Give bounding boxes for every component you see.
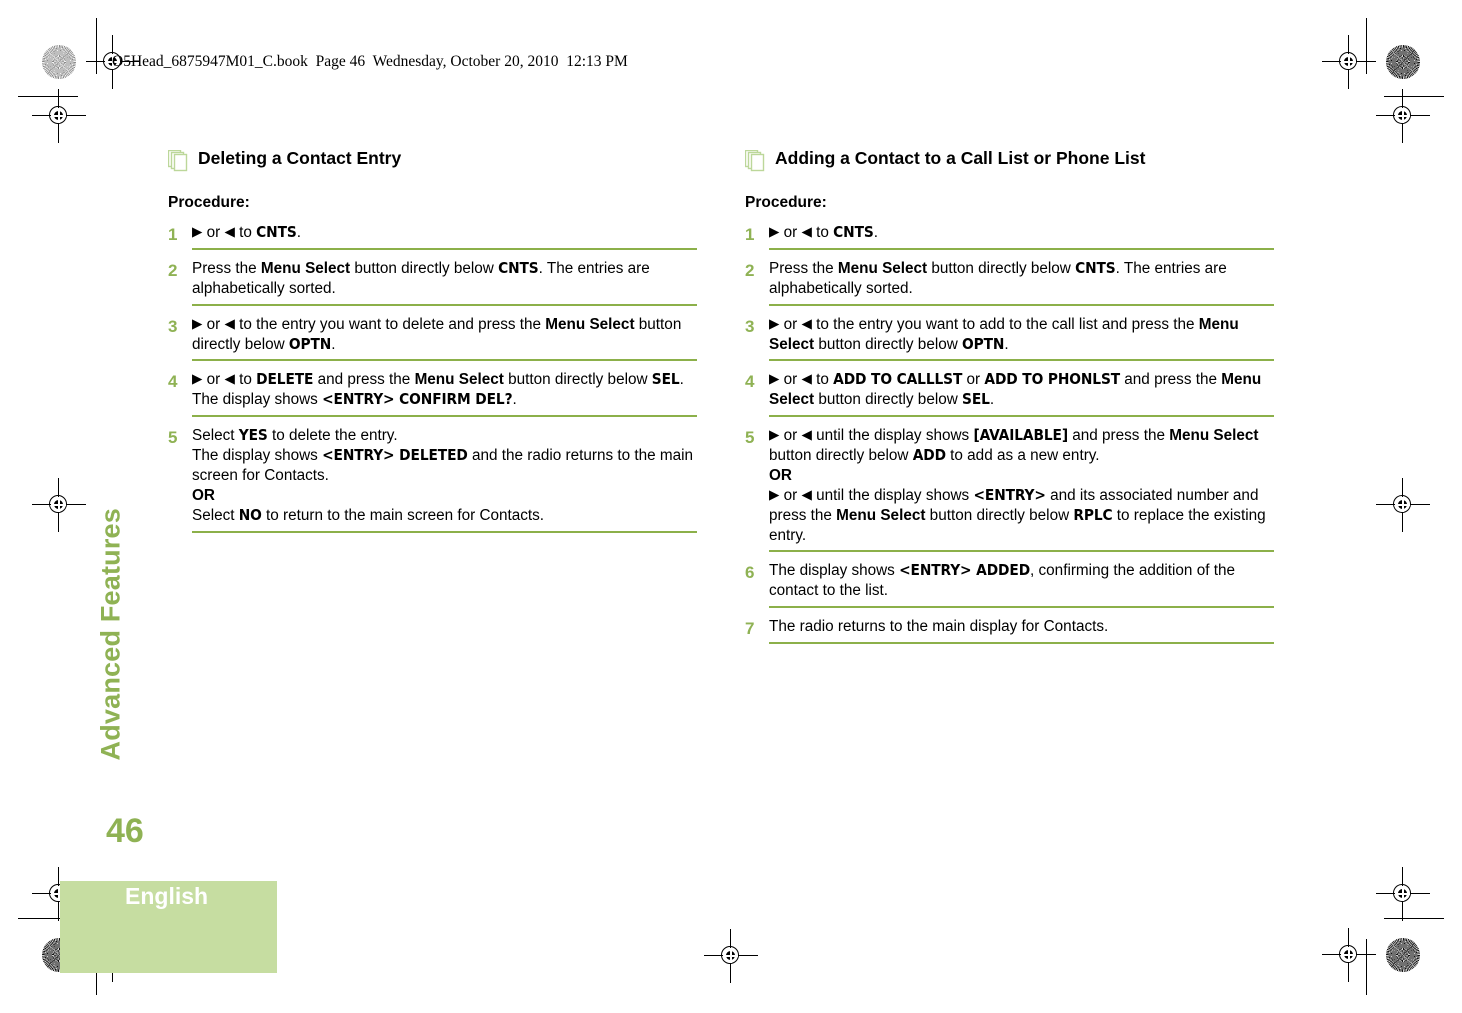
step-text: Press the Menu Select button directly be… [769,259,1274,306]
step-number: 1 [745,225,755,244]
registration-target [1376,478,1430,532]
stacked-pages-icon [744,149,766,177]
registration-target [1376,867,1430,921]
running-header: O5Head_6875947M01_C.book Page 46 Wednesd… [112,53,628,70]
language-label: English [125,883,209,909]
step-item: 3 ▶ or ◀ to the entry you want to add to… [745,315,1274,371]
crop-line [1366,18,1367,74]
step-text: The radio returns to the main display fo… [769,617,1274,644]
stacked-pages-icon [167,149,189,177]
step-item: 1 ▶ or ◀ to CNTS. [168,223,697,259]
registration-target [1322,928,1376,982]
registration-rosette [42,45,76,79]
step-item: 4 ▶ or ◀ to ADD TO CALLLST or ADD TO PHO… [745,370,1274,426]
crop-line [18,96,78,97]
left-column: Deleting a Contact Entry Procedure: 1 ▶ … [167,148,697,542]
registration-target [704,929,758,983]
step-text: ▶ or ◀ to CNTS. [192,223,697,250]
step-text: The display shows <ENTRY> ADDED, confirm… [769,561,1274,609]
right-column: Adding a Contact to a Call List or Phone… [744,148,1274,653]
step-number: 5 [745,428,755,448]
step-item: 2 Press the Menu Select button directly … [745,259,1274,315]
step-text: ▶ or ◀ to the entry you want to delete a… [192,315,697,362]
registration-target [1376,89,1430,143]
step-number: 7 [745,619,755,639]
section-heading-text: Deleting a Contact Entry [198,148,402,168]
step-number: 3 [168,316,178,336]
step-item: 2 Press the Menu Select button directly … [168,259,697,315]
step-item: 7 The radio returns to the main display … [745,617,1274,653]
registration-target [32,89,86,143]
procedure-label: Procedure: [745,194,827,211]
crop-line [1384,96,1444,97]
step-item: 4 ▶ or ◀ to DELETE and press the Menu Se… [168,370,697,426]
step-text: ▶ or ◀ to ADD TO CALLLST or ADD TO PHONL… [769,370,1274,418]
step-number: 6 [745,563,755,583]
registration-target [1322,35,1376,89]
registration-rosette [1386,45,1420,79]
step-number: 4 [745,372,755,392]
step-text: Press the Menu Select button directly be… [192,259,697,306]
step-text: ▶ or ◀ to CNTS. [769,223,1274,250]
step-number: 4 [168,372,178,392]
step-item: 5 Select YES to delete the entry. The di… [168,426,697,541]
registration-rosette [1386,938,1420,972]
step-text: ▶ or ◀ to the entry you want to add to t… [769,315,1274,362]
section-heading: Deleting a Contact Entry [167,148,697,177]
chapter-title: Advanced Features [95,508,126,761]
step-item: 1 ▶ or ◀ to CNTS. [745,223,1274,259]
section-heading-text: Adding a Contact to a Call List or Phone… [775,148,1146,168]
step-number: 2 [168,260,178,280]
crop-line [1366,939,1367,995]
step-text: ▶ or ◀ until the display shows [AVAILABL… [769,426,1274,553]
section-heading: Adding a Contact to a Call List or Phone… [744,148,1274,177]
step-number: 3 [745,316,755,336]
registration-target [32,478,86,532]
page-number: 46 [106,812,144,850]
step-number: 5 [168,428,178,448]
step-number: 1 [168,225,178,244]
step-item: 6 The display shows <ENTRY> ADDED, confi… [745,561,1274,617]
procedure-label: Procedure: [168,194,250,211]
step-text: ▶ or ◀ to DELETE and press the Menu Sele… [192,370,697,418]
step-item: 3 ▶ or ◀ to the entry you want to delete… [168,315,697,371]
crop-line [1384,918,1444,919]
step-text: Select YES to delete the entry. The disp… [192,426,697,533]
step-item: 5 ▶ or ◀ until the display shows [AVAILA… [745,426,1274,561]
step-number: 2 [745,260,755,280]
